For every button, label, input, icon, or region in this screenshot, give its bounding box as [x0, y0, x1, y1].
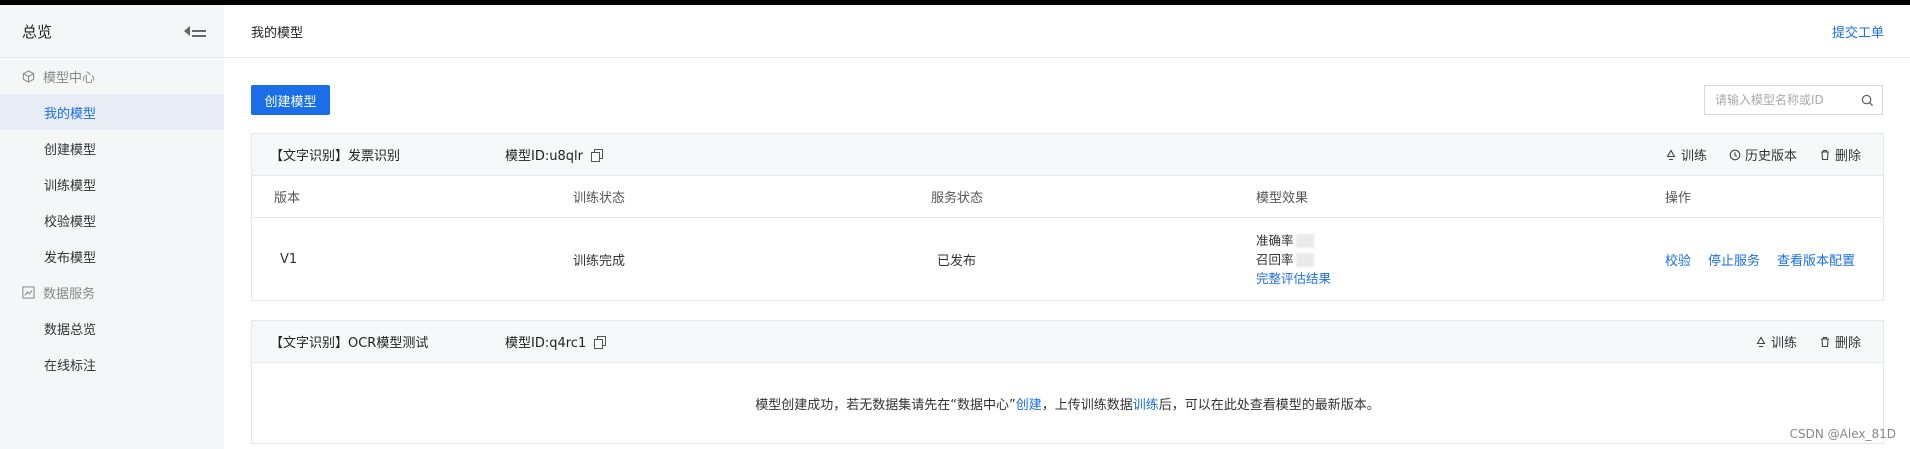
history-label: 历史版本 — [1744, 149, 1797, 164]
column-header-model-effect: 模型效果 — [1256, 191, 1309, 206]
delete-button[interactable]: 删除 — [1819, 145, 1861, 164]
search-icon[interactable] — [1861, 94, 1874, 107]
sidebar-group-model-center: 模型中心 — [0, 58, 224, 94]
chart-icon — [22, 285, 35, 299]
sidebar-item-data-overview[interactable]: 数据总览 — [0, 310, 224, 346]
sidebar-item-label: 数据总览 — [44, 322, 97, 338]
create-model-button[interactable]: 创建模型 — [251, 85, 330, 115]
copy-icon[interactable] — [594, 336, 607, 349]
trash-icon — [1820, 336, 1829, 347]
recycle-icon — [1666, 148, 1676, 160]
copy-icon[interactable] — [590, 149, 603, 162]
service-status-cell: 已发布 — [937, 253, 977, 269]
model-id: 模型ID:u8qlr — [505, 145, 603, 164]
trash-icon — [1820, 149, 1829, 160]
sidebar-item-train-model[interactable]: 训练模型 — [0, 166, 224, 202]
table-header: 版本 训练状态 服务状态 模型效果 操作 — [252, 176, 1883, 218]
column-header-train-status: 训练状态 — [573, 191, 626, 206]
model-id-text: 模型ID:u8qlr — [505, 149, 583, 164]
precision-metric: 准确率 — [1256, 231, 1665, 250]
sidebar-item-my-models[interactable]: 我的模型 — [0, 94, 224, 130]
model-card: 【文字识别】发票识别 模型ID:u8qlr 训练 历史版本 删除 版本 训练状态… — [251, 133, 1884, 301]
view-version-config-link[interactable]: 查看版本配置 — [1777, 250, 1855, 269]
precision-label: 准确率 — [1256, 232, 1294, 248]
content-area: 创建模型 【文字识别】发票识别 模型ID:u8qlr 训练 历史版本 — [224, 58, 1910, 449]
redacted-value — [1295, 234, 1314, 248]
train-button[interactable]: 训练 — [1755, 332, 1797, 351]
sidebar-header: 总览 — [0, 5, 224, 58]
message-text-2: ，上传训练数据 — [1041, 397, 1133, 413]
redacted-value — [1295, 253, 1314, 267]
history-versions-button[interactable]: 历史版本 — [1729, 145, 1797, 164]
sidebar-group-data-service: 数据服务 — [0, 274, 224, 310]
main-header: 我的模型 提交工单 — [224, 5, 1910, 58]
full-evaluation-link[interactable]: 完整评估结果 — [1256, 271, 1331, 286]
sidebar-item-online-annotation[interactable]: 在线标注 — [0, 346, 224, 382]
train-link[interactable]: 训练 — [1133, 394, 1159, 413]
model-id: 模型ID:q4rc1 — [505, 332, 607, 351]
model-effect-cell: 准确率 召回率 完整评估结果 — [1256, 231, 1665, 288]
collapse-menu-icon[interactable] — [184, 24, 206, 38]
column-header-service-status: 服务状态 — [931, 191, 984, 206]
card-actions: 训练 删除 — [1755, 332, 1861, 351]
model-card: 【文字识别】OCR模型测试 模型ID:q4rc1 训练 删除 模型创建成功，若无… — [251, 320, 1884, 444]
message-text-1: 模型创建成功，若无数据集请先在“数据中心” — [755, 397, 1016, 413]
table-row: V1 训练完成 已发布 准确率 召回率 完整评估结果 校验 停止服务 查看版本配… — [252, 218, 1883, 300]
model-name: 【文字识别】发票识别 — [270, 149, 401, 164]
submit-ticket-link[interactable]: 提交工单 — [1832, 22, 1884, 41]
create-dataset-link[interactable]: 创建 — [1016, 394, 1042, 413]
sidebar-item-label: 我的模型 — [44, 106, 97, 122]
train-status-cell: 训练完成 — [573, 253, 626, 269]
cube-icon — [22, 69, 35, 83]
sidebar-item-create-model[interactable]: 创建模型 — [0, 130, 224, 166]
column-header-version: 版本 — [274, 191, 301, 206]
card-actions: 训练 历史版本 删除 — [1665, 145, 1861, 164]
recycle-icon — [1756, 335, 1766, 347]
recall-label: 召回率 — [1256, 251, 1294, 267]
sidebar-group-label: 模型中心 — [43, 70, 96, 86]
page-title: 我的模型 — [251, 25, 304, 41]
train-label: 训练 — [1770, 336, 1797, 351]
clock-icon — [1729, 149, 1741, 160]
sidebar-item-label: 创建模型 — [44, 142, 97, 158]
search-input[interactable] — [1715, 93, 1861, 107]
train-button[interactable]: 训练 — [1665, 145, 1707, 164]
operations-cell: 校验 停止服务 查看版本配置 — [1665, 250, 1883, 269]
column-header-operations: 操作 — [1665, 191, 1692, 206]
model-id-text: 模型ID:q4rc1 — [505, 336, 587, 351]
sidebar-item-validate-model[interactable]: 校验模型 — [0, 202, 224, 238]
stop-service-link[interactable]: 停止服务 — [1708, 250, 1760, 269]
sidebar-item-label: 校验模型 — [44, 214, 97, 230]
empty-version-message: 模型创建成功，若无数据集请先在“数据中心” 创建 ，上传训练数据 训练 后，可以在此处查… — [252, 363, 1883, 443]
delete-label: 删除 — [1834, 149, 1861, 164]
sidebar: 总览 模型中心 我的模型 创建模型 训练模型 校验模型 发布模型 数据服务 数据… — [0, 5, 224, 449]
sidebar-item-label: 在线标注 — [44, 358, 97, 374]
model-name: 【文字识别】OCR模型测试 — [270, 336, 429, 351]
version-cell: V1 — [280, 251, 298, 267]
message-text-3: 后，可以在此处查看模型的最新版本。 — [1158, 397, 1380, 413]
search-box — [1704, 85, 1883, 115]
watermark: CSDN @Alex_81D — [1789, 427, 1896, 441]
sidebar-item-label: 发布模型 — [44, 250, 97, 266]
validate-link[interactable]: 校验 — [1665, 250, 1691, 269]
sidebar-title[interactable]: 总览 — [22, 21, 52, 42]
delete-label: 删除 — [1834, 336, 1861, 351]
model-card-header: 【文字识别】OCR模型测试 模型ID:q4rc1 训练 删除 — [252, 321, 1883, 363]
sidebar-item-label: 训练模型 — [44, 178, 97, 194]
delete-button[interactable]: 删除 — [1819, 332, 1861, 351]
recall-metric: 召回率 — [1256, 250, 1665, 269]
sidebar-group-label: 数据服务 — [43, 286, 96, 302]
train-label: 训练 — [1680, 149, 1707, 164]
sidebar-item-publish-model[interactable]: 发布模型 — [0, 238, 224, 274]
model-card-header: 【文字识别】发票识别 模型ID:u8qlr 训练 历史版本 删除 — [252, 134, 1883, 176]
